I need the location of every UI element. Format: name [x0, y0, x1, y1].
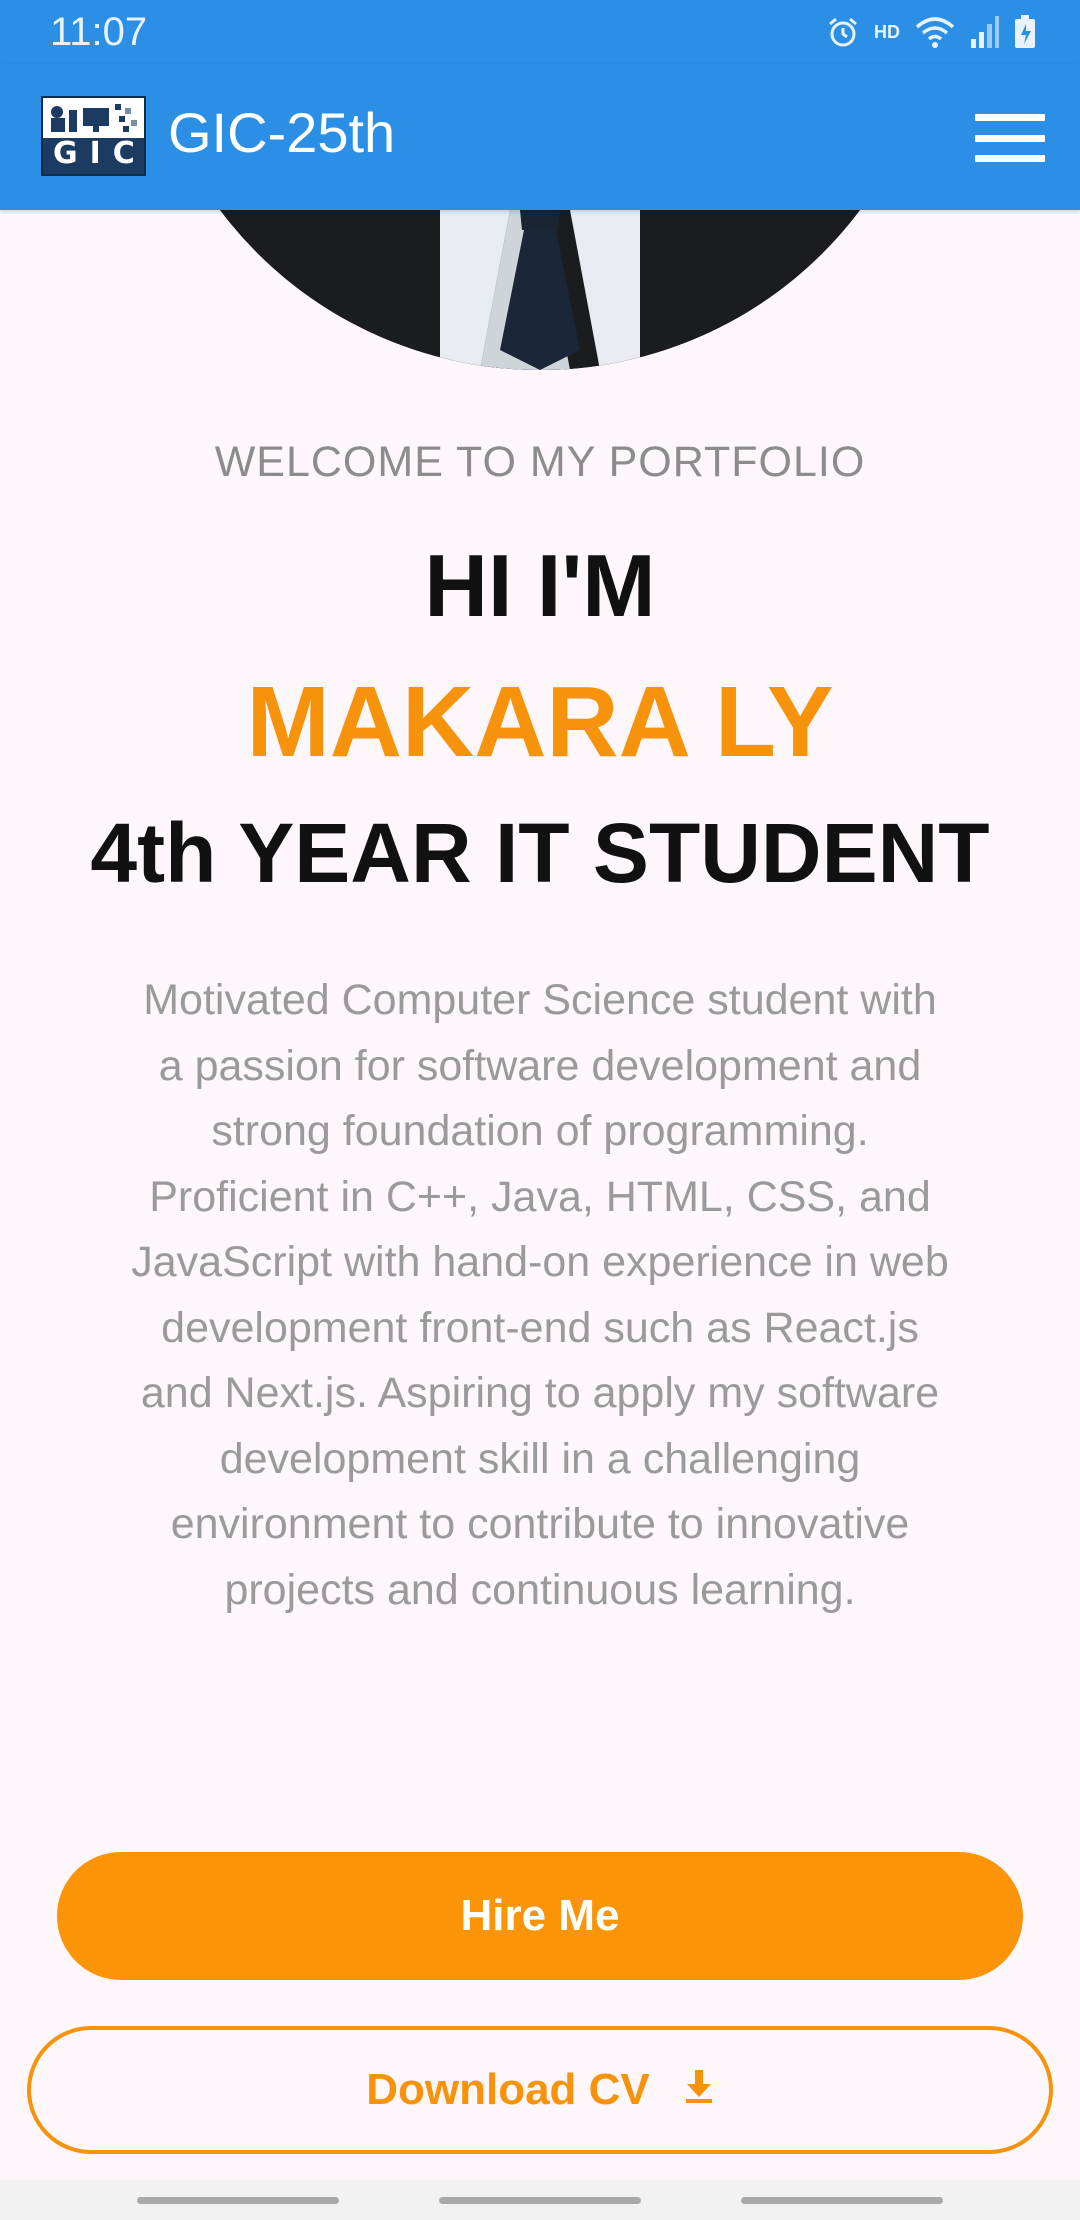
status-bar: 11:07 HD: [0, 0, 1080, 64]
hamburger-menu-icon[interactable]: [972, 108, 1048, 168]
download-icon: [684, 2065, 714, 2115]
signal-icon: [970, 15, 1000, 49]
app-title: GIC-25th: [168, 101, 396, 164]
nav-home-button[interactable]: [439, 2197, 641, 2204]
gic-logo-text: GIC: [53, 136, 147, 171]
status-icons: HD: [826, 14, 1036, 50]
download-cv-label: Download CV: [366, 2065, 650, 2114]
hd-indicator: HD: [874, 21, 900, 42]
hire-me-button[interactable]: Hire Me: [57, 1852, 1023, 1980]
wifi-icon: [914, 15, 956, 49]
role-heading: 4th YEAR IT STUDENT: [90, 806, 990, 900]
system-navigation-bar: [0, 2180, 1080, 2220]
download-cv-button[interactable]: Download CV: [27, 2026, 1053, 2154]
bio-paragraph: Motivated Computer Science student with …: [131, 976, 949, 1614]
profile-photo: [140, 210, 940, 370]
gic-logo[interactable]: GIC: [41, 96, 146, 176]
alarm-icon: [826, 15, 860, 49]
status-time: 11:07: [50, 10, 148, 54]
nav-back-button[interactable]: [741, 2197, 943, 2204]
app-bar: GIC GIC-25th: [0, 64, 1080, 210]
hire-me-label: Hire Me: [460, 1891, 620, 1940]
welcome-text: WELCOME TO MY PORTFOLIO: [214, 438, 866, 486]
battery-charging-icon: [1014, 15, 1036, 49]
greeting-heading: HI I'M: [424, 536, 656, 635]
name-heading: MAKARA LY: [246, 666, 834, 778]
nav-recents-button[interactable]: [137, 2197, 339, 2204]
profile-photo-container: [0, 210, 1080, 370]
